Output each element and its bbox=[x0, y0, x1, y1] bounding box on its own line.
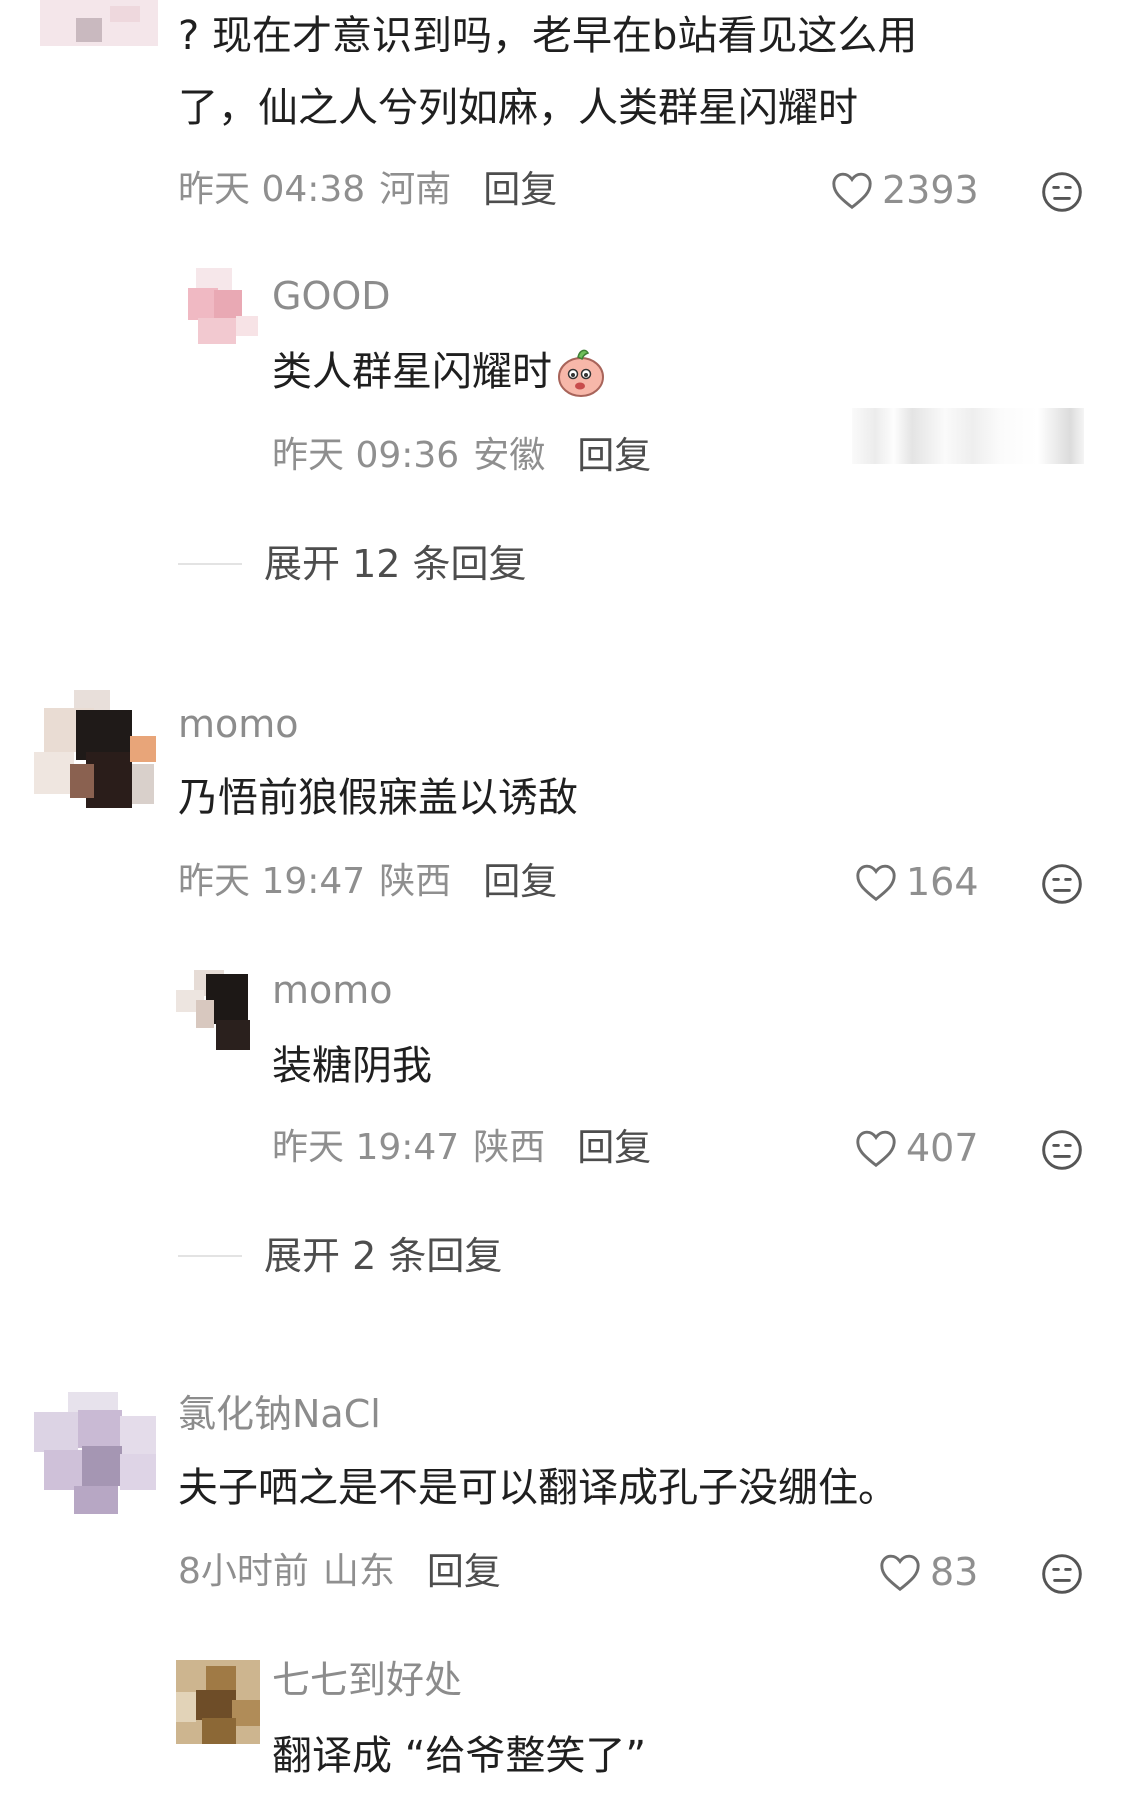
avatar[interactable] bbox=[176, 1660, 260, 1744]
reply-time: 昨天 09:36 bbox=[272, 435, 460, 476]
reply-text: 装糖阴我 bbox=[272, 1043, 432, 1089]
like-count: 407 bbox=[906, 1126, 979, 1170]
comment-time: 昨天 19:47 bbox=[178, 861, 366, 902]
avatar[interactable] bbox=[180, 268, 262, 350]
reply-username[interactable]: momo bbox=[272, 966, 393, 1014]
like-button[interactable]: 83 bbox=[878, 1548, 978, 1596]
dislike-face-icon[interactable] bbox=[1040, 1128, 1084, 1172]
avatar[interactable] bbox=[40, 0, 158, 52]
expand-replies-button[interactable]: 展开 2 条回复 bbox=[178, 1232, 502, 1280]
like-count: 2393 bbox=[882, 168, 979, 212]
comment-text: 了，仙之人兮列如麻，人类群星闪耀时 bbox=[178, 85, 858, 131]
expand-replies-label: 展开 2 条回复 bbox=[264, 1234, 503, 1278]
comment-time: 昨天 04:38 bbox=[178, 169, 366, 210]
avatar[interactable] bbox=[34, 690, 156, 814]
reply-button[interactable]: 回复 bbox=[483, 858, 557, 906]
reply-meta: 昨天 19:47 陕西 回复 bbox=[272, 1124, 651, 1172]
peach-emoji-icon bbox=[558, 349, 604, 397]
comment-text: 乃悟前狼假寐盖以诱敌 bbox=[178, 775, 578, 821]
heart-outline-icon bbox=[856, 1130, 896, 1168]
reply-username[interactable]: GOOD bbox=[272, 272, 391, 320]
comment-location: 河南 bbox=[379, 169, 452, 210]
dislike-face-icon[interactable] bbox=[1040, 862, 1084, 906]
avatar[interactable] bbox=[176, 970, 260, 1054]
dislike-face-icon[interactable] bbox=[1040, 1552, 1084, 1596]
comment-username[interactable]: momo bbox=[178, 700, 299, 748]
comment-text: ? 现在才意识到吗，老早在b站看见这么用 bbox=[178, 13, 918, 59]
reply-location: 安徽 bbox=[473, 435, 546, 476]
comment-meta: 昨天 19:47 陕西 回复 bbox=[178, 858, 557, 906]
comment-meta: 昨天 04:38 河南 回复 bbox=[178, 166, 557, 214]
reply-text: 翻译成 “给爷整笑了” bbox=[272, 1733, 647, 1779]
reply-button[interactable]: 回复 bbox=[577, 1124, 651, 1172]
comment-username[interactable]: 氯化钠NaCl bbox=[178, 1390, 381, 1438]
divider-line bbox=[178, 563, 242, 565]
reply-button[interactable]: 回复 bbox=[427, 1548, 501, 1596]
reply-button[interactable]: 回复 bbox=[577, 432, 651, 480]
comment-location: 陕西 bbox=[379, 861, 452, 902]
divider-line bbox=[178, 1255, 242, 1257]
reply-text: 类人群星闪耀时 bbox=[272, 349, 552, 395]
like-count: 83 bbox=[930, 1550, 979, 1594]
heart-outline-icon bbox=[880, 1554, 920, 1592]
reply-text-row: 类人群星闪耀时 bbox=[272, 336, 606, 408]
like-button[interactable]: 407 bbox=[854, 1124, 979, 1172]
comment-time: 8小时前 bbox=[178, 1551, 309, 1592]
comment-meta: 8小时前 山东 回复 bbox=[178, 1548, 501, 1596]
comment-location: 山东 bbox=[322, 1551, 395, 1592]
reply-time: 昨天 19:47 bbox=[272, 1127, 460, 1168]
reply-meta: 昨天 09:36 安徽 回复 bbox=[272, 432, 651, 480]
expand-replies-label: 展开 12 条回复 bbox=[264, 542, 527, 586]
reply-location: 陕西 bbox=[473, 1127, 546, 1168]
expand-replies-button[interactable]: 展开 12 条回复 bbox=[178, 540, 527, 588]
blurred-region bbox=[852, 408, 1084, 464]
reply-username[interactable]: 七七到好处 bbox=[272, 1656, 462, 1704]
like-button[interactable]: 164 bbox=[854, 858, 979, 906]
reply-button[interactable]: 回复 bbox=[483, 166, 557, 214]
like-button[interactable]: 2393 bbox=[830, 166, 979, 214]
like-count: 164 bbox=[906, 860, 979, 904]
heart-outline-icon bbox=[856, 864, 896, 902]
avatar[interactable] bbox=[34, 1392, 156, 1516]
dislike-face-icon[interactable] bbox=[1040, 170, 1084, 214]
heart-outline-icon bbox=[832, 172, 872, 210]
comment-text: 夫子哂之是不是可以翻译成孔子没绷住。 bbox=[178, 1465, 898, 1511]
